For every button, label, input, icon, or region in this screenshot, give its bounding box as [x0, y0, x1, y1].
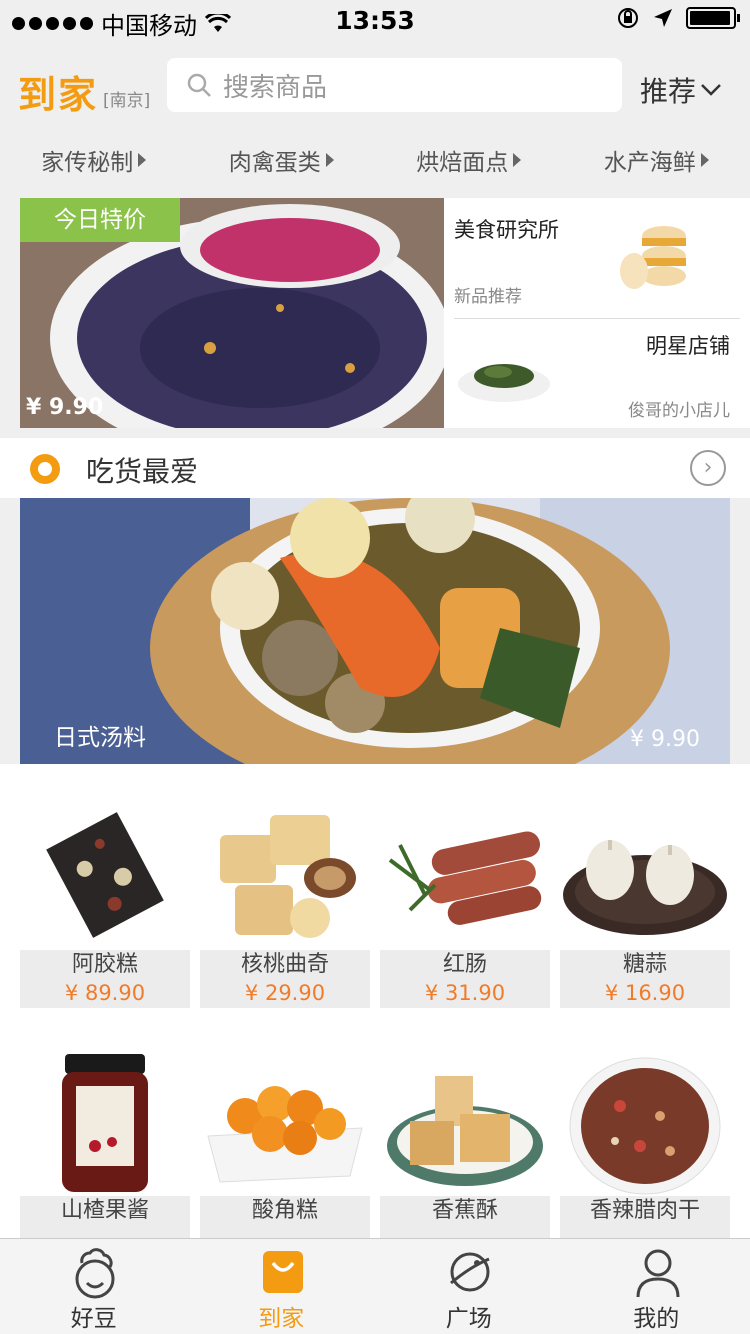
chef-icon — [75, 1248, 115, 1299]
search-placeholder: 搜索商品 — [223, 72, 328, 103]
product-card[interactable]: 红肠 ¥ 31.90 — [380, 800, 550, 1008]
star-shop-subtitle: 俊哥的小店儿 — [628, 401, 730, 421]
promo-price: ¥ 9.90 — [26, 395, 104, 420]
foodie-icon — [30, 454, 60, 484]
banner-title: 日式汤料 — [54, 725, 146, 751]
product-name: 红肠 — [442, 952, 487, 977]
veggie-dish-image — [458, 364, 550, 402]
more-button[interactable]: › — [690, 450, 726, 486]
tab-daojia[interactable]: 到家 — [188, 1239, 376, 1334]
section-title: 吃货最爱 — [86, 455, 199, 488]
daily-special-card[interactable]: 今日特价 ¥ 9.90 — [20, 198, 444, 428]
product-price: ¥ 16.90 — [604, 981, 686, 1005]
product-card[interactable]: 山楂果酱 — [20, 1046, 190, 1254]
product-card[interactable]: 糖蒜 ¥ 16.90 — [560, 800, 730, 1008]
app-logo: 到家 — [18, 73, 99, 117]
product-image — [560, 1046, 730, 1196]
triangle-right-icon — [700, 153, 709, 167]
product-info: 糖蒜 ¥ 16.90 — [560, 950, 730, 1008]
product-card[interactable]: 核桃曲奇 ¥ 29.90 — [200, 800, 370, 1008]
search-icon — [187, 73, 211, 97]
tab-bar: 好豆 到家 广场 我的 — [0, 1238, 750, 1334]
tab-label: 广场 — [445, 1306, 492, 1332]
product-info: 阿胶糕 ¥ 89.90 — [20, 950, 190, 1008]
search-input[interactable]: 搜索商品 — [167, 58, 622, 112]
category-label: 水产海鲜 — [603, 150, 696, 176]
tab-square[interactable]: 广场 — [375, 1239, 563, 1334]
tab-label: 好豆 — [70, 1306, 117, 1332]
section-header: 吃货最爱 › — [0, 438, 750, 498]
product-image — [20, 1046, 190, 1196]
category-label: 烘焙面点 — [416, 150, 509, 176]
tab-label: 我的 — [633, 1306, 680, 1332]
status-right — [616, 6, 740, 30]
chevron-down-icon — [701, 84, 721, 96]
battery-icon — [686, 7, 740, 29]
category-item[interactable]: 水产海鲜 — [604, 143, 709, 177]
product-name: 核桃曲奇 — [240, 952, 329, 977]
product-name: 酸角糕 — [251, 1198, 318, 1223]
product-price: ¥ 29.90 — [244, 981, 326, 1005]
triangle-right-icon — [138, 153, 147, 167]
star-shop-title: 明星店铺 — [646, 334, 730, 358]
triangle-right-icon — [325, 153, 334, 167]
product-name: 香蕉酥 — [431, 1198, 498, 1223]
product-image — [380, 800, 550, 950]
category-label: 肉禽蛋类 — [228, 150, 321, 176]
product-card[interactable]: 阿胶糕 ¥ 89.90 — [20, 800, 190, 1008]
product-info: 核桃曲奇 ¥ 29.90 — [200, 950, 370, 1008]
star-shop-card[interactable]: 明星店铺 俊哥的小店儿 — [444, 318, 750, 428]
product-grid: 阿胶糕 ¥ 89.90 核桃曲奇 ¥ 29.90 红肠 ¥ 31.90 糖蒜 ¥… — [0, 764, 750, 1254]
macaron-image — [620, 226, 686, 289]
product-name: 山楂果酱 — [60, 1198, 149, 1223]
product-name: 阿胶糕 — [71, 952, 138, 977]
city-selector[interactable]: [南京] — [103, 86, 150, 111]
tab-mine[interactable]: 我的 — [563, 1239, 750, 1334]
product-image — [200, 800, 370, 950]
sort-label: 推荐 — [640, 75, 697, 108]
product-image — [20, 800, 190, 950]
product-name: 糖蒜 — [622, 952, 667, 977]
category-item[interactable]: 肉禽蛋类 — [229, 143, 334, 177]
planet-icon — [450, 1252, 490, 1292]
product-card[interactable]: 香辣腊肉干 — [560, 1046, 730, 1254]
sort-dropdown[interactable]: 推荐 — [640, 70, 722, 110]
bag-icon — [262, 1251, 303, 1293]
promo-tag: 今日特价 — [20, 198, 180, 242]
product-price: ¥ 89.90 — [64, 981, 146, 1005]
header: 到家 [南京] 搜索商品 推荐 — [0, 40, 750, 132]
category-label: 家传秘制 — [41, 150, 134, 176]
featured-banner[interactable]: 日式汤料 ¥ 9.90 — [20, 498, 730, 764]
side-cards: 美食研究所 新品推荐 明星店铺 俊哥的小店儿 — [444, 198, 750, 428]
triangle-right-icon — [513, 153, 522, 167]
product-price: ¥ 31.90 — [424, 981, 506, 1005]
food-lab-title: 美食研究所 — [454, 218, 559, 242]
product-card[interactable]: 酸角糕 — [200, 1046, 370, 1254]
rotation-lock-icon — [618, 8, 638, 28]
product-image — [200, 1046, 370, 1196]
product-image — [560, 800, 730, 950]
status-bar: 中国移动 13:53 — [0, 0, 750, 40]
food-lab-card[interactable]: 美食研究所 新品推荐 — [444, 198, 750, 318]
category-item[interactable]: 烘焙面点 — [416, 143, 522, 177]
tab-label: 到家 — [258, 1306, 305, 1332]
category-item[interactable]: 家传秘制 — [41, 143, 147, 177]
food-lab-subtitle: 新品推荐 — [454, 287, 522, 307]
category-bar: 家传秘制 肉禽蛋类 烘焙面点 水产海鲜 — [0, 132, 750, 188]
user-icon — [636, 1249, 679, 1298]
product-info: 红肠 ¥ 31.90 — [380, 950, 550, 1008]
tab-haodou[interactable]: 好豆 — [0, 1239, 188, 1334]
location-arrow-icon — [654, 9, 672, 27]
product-card[interactable]: 香蕉酥 — [380, 1046, 550, 1254]
product-name: 香辣腊肉干 — [589, 1198, 700, 1223]
banner-price: ¥ 9.90 — [630, 727, 700, 752]
product-image — [380, 1046, 550, 1196]
